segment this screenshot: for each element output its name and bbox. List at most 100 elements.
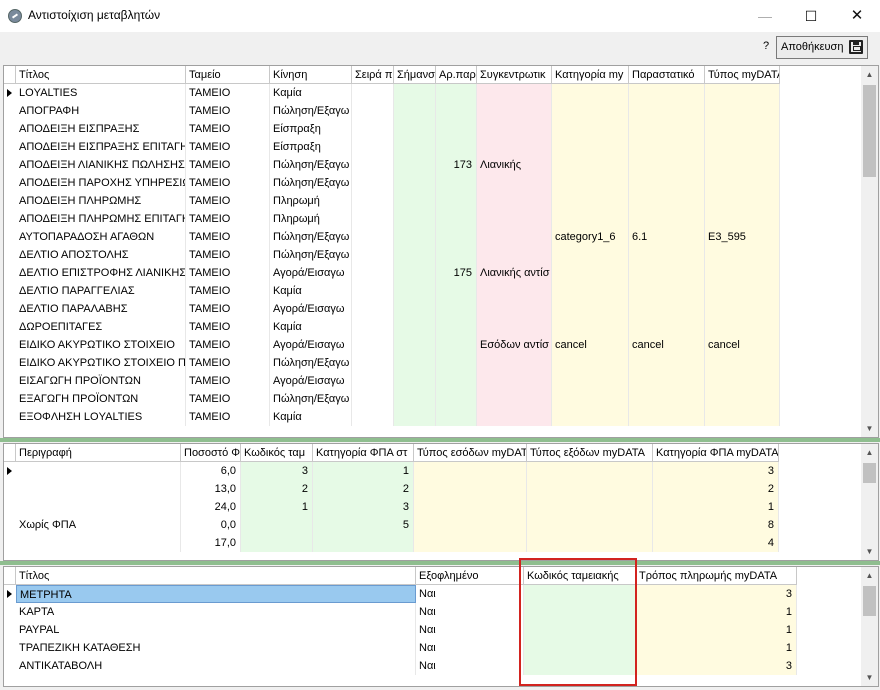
grid2-column-header[interactable]: Περιγραφή xyxy=(16,444,181,462)
row-indicator[interactable] xyxy=(4,192,16,210)
grid1-column-header[interactable]: Συγκεντρωτικ xyxy=(477,66,552,84)
grid1-cell[interactable]: ΤΑΜΕΙΟ xyxy=(186,120,270,138)
row-indicator[interactable] xyxy=(4,174,16,192)
row-indicator[interactable] xyxy=(4,318,16,336)
row-indicator[interactable] xyxy=(4,639,16,657)
grid1-cell[interactable]: Πώληση/Εξαγω xyxy=(270,390,352,408)
grid1-cell[interactable]: ΤΑΜΕΙΟ xyxy=(186,102,270,120)
grid1-cell[interactable] xyxy=(394,408,436,426)
grid2-cell[interactable]: 2 xyxy=(653,480,779,498)
grid1-cell[interactable] xyxy=(705,300,780,318)
grid1-cell[interactable]: ΤΑΜΕΙΟ xyxy=(186,300,270,318)
grid1-cell[interactable] xyxy=(477,354,552,372)
grid1-cell[interactable]: ΤΑΜΕΙΟ xyxy=(186,390,270,408)
grid1-cell[interactable] xyxy=(552,84,629,102)
grid1-cell[interactable] xyxy=(394,246,436,264)
grid1-cell[interactable]: Εσόδων αντίσ xyxy=(477,336,552,354)
grid1-cell[interactable] xyxy=(477,192,552,210)
grid1-cell[interactable] xyxy=(352,336,394,354)
help-button[interactable]: ? xyxy=(763,40,769,52)
grid2-cell[interactable] xyxy=(527,516,653,534)
grid1-cell[interactable]: Καμία xyxy=(270,282,352,300)
grid1-cell[interactable]: Πληρωμή xyxy=(270,192,352,210)
grid1-cell[interactable] xyxy=(352,228,394,246)
row-indicator[interactable] xyxy=(4,84,16,102)
grid1-cell[interactable] xyxy=(552,354,629,372)
grid1-cell[interactable] xyxy=(552,156,629,174)
scroll-down-icon[interactable]: ▼ xyxy=(861,543,878,560)
grid1-cell[interactable] xyxy=(436,300,477,318)
grid1-cell[interactable] xyxy=(477,102,552,120)
grid1-cell[interactable]: ΔΕΛΤΙΟ ΠΑΡΑΛΑΒΗΣ xyxy=(16,300,186,318)
grid1-cell[interactable]: ΤΑΜΕΙΟ xyxy=(186,174,270,192)
grid1-cell[interactable] xyxy=(436,192,477,210)
grid2-cell[interactable]: 17,0 xyxy=(181,534,241,552)
grid2-cell[interactable] xyxy=(527,498,653,516)
grid1-cell[interactable] xyxy=(629,84,705,102)
grid1-cell[interactable]: ΤΑΜΕΙΟ xyxy=(186,246,270,264)
grid3-cell[interactable]: ΚΑΡΤΑ xyxy=(16,603,416,621)
grid2-column-header[interactable]: Τύπος εξόδων myDATA xyxy=(527,444,653,462)
grid1-cell[interactable] xyxy=(436,228,477,246)
grid1-column-header[interactable]: Σήμανσ xyxy=(394,66,436,84)
grid1-cell[interactable] xyxy=(552,390,629,408)
grid1-cell[interactable] xyxy=(477,282,552,300)
grid2-cell[interactable]: Χωρίς ΦΠΑ xyxy=(16,516,181,534)
grid2-cell[interactable] xyxy=(414,534,527,552)
grid1-cell[interactable] xyxy=(477,120,552,138)
grid1-cell[interactable]: ΑΥΤΟΠΑΡΑΔΟΣΗ ΑΓΑΘΩΝ xyxy=(16,228,186,246)
grid2-cell[interactable]: 1 xyxy=(313,462,414,480)
grid1-cell[interactable] xyxy=(477,318,552,336)
grid1-cell[interactable]: ΤΑΜΕΙΟ xyxy=(186,228,270,246)
grid1-cell[interactable] xyxy=(477,210,552,228)
scroll-up-icon[interactable]: ▲ xyxy=(861,567,878,584)
grid1-cell[interactable] xyxy=(352,138,394,156)
grid2-cell[interactable]: 8 xyxy=(653,516,779,534)
grid2-cell[interactable] xyxy=(527,534,653,552)
row-indicator[interactable] xyxy=(4,585,16,603)
grid1-cell[interactable]: Καμία xyxy=(270,84,352,102)
grid1-cell[interactable]: Αγορά/Εισαγω xyxy=(270,300,352,318)
grid1-cell[interactable] xyxy=(436,372,477,390)
grid1-cell[interactable] xyxy=(629,174,705,192)
grid3-cell[interactable]: Ναι xyxy=(416,639,524,657)
grid1-cell[interactable]: Πώληση/Εξαγω xyxy=(270,156,352,174)
row-indicator[interactable] xyxy=(4,264,16,282)
grid1-cell[interactable] xyxy=(477,246,552,264)
grid1-cell[interactable]: Λιανικής αντίσ xyxy=(477,264,552,282)
grid1-cell[interactable] xyxy=(705,354,780,372)
grid1-column-header[interactable]: Κίνηση xyxy=(270,66,352,84)
grid1-cell[interactable] xyxy=(352,390,394,408)
grid1-cell[interactable] xyxy=(394,282,436,300)
grid1-cell[interactable]: Αγορά/Εισαγω xyxy=(270,372,352,390)
grid1-cell[interactable] xyxy=(629,372,705,390)
grid1-cell[interactable] xyxy=(436,138,477,156)
grid1-cell[interactable] xyxy=(436,390,477,408)
grid1-cell[interactable] xyxy=(705,318,780,336)
grid1-cell[interactable] xyxy=(352,300,394,318)
grid1-column-header[interactable]: Σειρά π xyxy=(352,66,394,84)
grid2-cell[interactable] xyxy=(414,462,527,480)
document-types-grid[interactable]: Τίτλος Ταμείο Κίνηση Σειρά π Σήμανσ Αρ.παρ Συγ… xyxy=(3,65,879,438)
grid2-cell[interactable]: 3 xyxy=(313,498,414,516)
grid1-cell[interactable] xyxy=(629,354,705,372)
grid1-cell[interactable] xyxy=(629,192,705,210)
grid1-cell[interactable] xyxy=(552,264,629,282)
grid1-cell[interactable]: E3_595 xyxy=(705,228,780,246)
grid1-cell[interactable] xyxy=(705,120,780,138)
grid2-cell[interactable]: 3 xyxy=(241,462,313,480)
grid1-cell[interactable]: ΤΑΜΕΙΟ xyxy=(186,408,270,426)
grid1-cell[interactable] xyxy=(352,318,394,336)
grid1-cell[interactable] xyxy=(552,318,629,336)
grid1-cell[interactable] xyxy=(629,318,705,336)
grid1-cell[interactable] xyxy=(436,282,477,300)
grid1-cell[interactable] xyxy=(394,156,436,174)
grid1-column-header[interactable]: Ταμείο xyxy=(186,66,270,84)
grid2-cell[interactable] xyxy=(527,462,653,480)
grid1-cell[interactable] xyxy=(705,210,780,228)
grid1-cell[interactable]: ΤΑΜΕΙΟ xyxy=(186,192,270,210)
grid3-cell[interactable]: 3 xyxy=(636,585,797,603)
grid1-cell[interactable]: ΕΙΔΙΚΟ ΑΚΥΡΩΤΙΚΟ ΣΤΟΙΧΕΙΟ xyxy=(16,336,186,354)
grid1-cell[interactable] xyxy=(629,138,705,156)
grid2-cell[interactable]: 1 xyxy=(241,498,313,516)
